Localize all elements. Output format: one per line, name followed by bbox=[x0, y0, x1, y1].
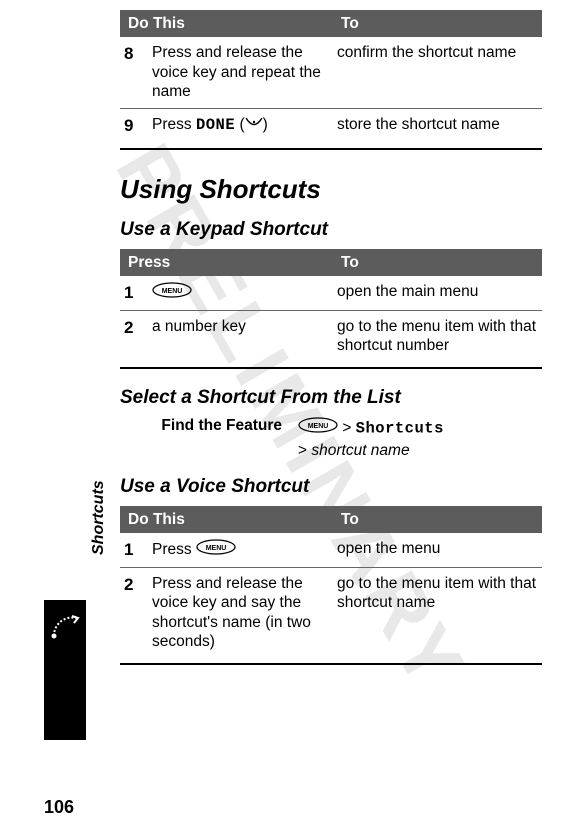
step-number: 1 bbox=[120, 533, 148, 567]
path-shortcut-name: shortcut name bbox=[311, 442, 409, 459]
sidebar-section-label: Shortcuts bbox=[90, 480, 108, 555]
menu-key-icon: MENU bbox=[196, 539, 236, 560]
svg-text:MENU: MENU bbox=[206, 545, 227, 552]
menu-key-icon: MENU bbox=[298, 417, 338, 440]
step-result: go to the menu item with that shortcut n… bbox=[333, 567, 542, 657]
table-row: 2 Press and release the voice key and sa… bbox=[120, 567, 542, 657]
subheading-select-from-list: Select a Shortcut From the List bbox=[120, 387, 542, 409]
svg-text:MENU: MENU bbox=[162, 288, 183, 295]
table-row: 1 Press MENU open the menu bbox=[120, 533, 542, 567]
step-result: open the menu bbox=[333, 533, 542, 567]
done-label: DONE bbox=[196, 116, 235, 134]
section-tab bbox=[44, 600, 86, 740]
table-row: 2 a number key go to the menu item with … bbox=[120, 310, 542, 361]
step-number: 2 bbox=[120, 310, 148, 361]
table3-head-right: To bbox=[333, 506, 542, 533]
table-rule bbox=[120, 148, 542, 150]
text: Press bbox=[152, 541, 196, 558]
step-number: 2 bbox=[120, 567, 148, 657]
subheading-keypad-shortcut: Use a Keypad Shortcut bbox=[120, 219, 542, 241]
step-result: open the main menu bbox=[333, 276, 542, 310]
path-shortcuts: Shortcuts bbox=[356, 420, 444, 438]
shortcut-arc-icon bbox=[48, 608, 82, 647]
table3-head-left: Do This bbox=[120, 506, 333, 533]
page-content: Do This To 8 Press and release the voice… bbox=[0, 0, 582, 703]
find-feature-path: MENU > Shortcuts > shortcut name bbox=[298, 417, 444, 462]
table-press-1: Press To 1 MENU open the main menu 2 a n… bbox=[120, 249, 542, 362]
table-rule bbox=[120, 367, 542, 369]
step-action: Press DONE () bbox=[148, 108, 333, 142]
subheading-voice-shortcut: Use a Voice Shortcut bbox=[120, 476, 542, 498]
path-sep: > bbox=[342, 420, 355, 437]
step-number: 1 bbox=[120, 276, 148, 310]
section-heading-using-shortcuts: Using Shortcuts bbox=[120, 174, 542, 205]
step-number: 8 bbox=[120, 37, 148, 108]
path-sep: > bbox=[298, 442, 311, 459]
table-rule bbox=[120, 663, 542, 665]
table-do-this-1: Do This To 8 Press and release the voice… bbox=[120, 10, 542, 142]
text: Press bbox=[152, 116, 196, 133]
table-row: 8 Press and release the voice key and re… bbox=[120, 37, 542, 108]
step-action: Press and release the voice key and repe… bbox=[148, 37, 333, 108]
step-action: Press and release the voice key and say … bbox=[148, 567, 333, 657]
table-row: 1 MENU open the main menu bbox=[120, 276, 542, 310]
step-action: MENU bbox=[148, 276, 333, 310]
menu-key-icon: MENU bbox=[152, 282, 192, 303]
find-the-feature: Find the Feature MENU > Shortcuts > shor… bbox=[120, 417, 542, 462]
step-action: a number key bbox=[148, 310, 333, 361]
table-row: 9 Press DONE () store the shortcut name bbox=[120, 108, 542, 142]
text: ( bbox=[235, 116, 244, 133]
step-number: 9 bbox=[120, 108, 148, 142]
step-result: store the shortcut name bbox=[333, 108, 542, 142]
table-do-this-2: Do This To 1 Press MENU open the menu 2 … bbox=[120, 506, 542, 657]
step-result: go to the menu item with that shortcut n… bbox=[333, 310, 542, 361]
text: ) bbox=[263, 116, 268, 133]
find-feature-label: Find the Feature bbox=[120, 417, 298, 462]
step-result: confirm the shortcut name bbox=[333, 37, 542, 108]
page-number: 106 bbox=[44, 797, 74, 818]
table2-head-left: Press bbox=[120, 249, 333, 276]
step-action: Press MENU bbox=[148, 533, 333, 567]
soft-key-icon bbox=[245, 115, 263, 134]
table1-head-left: Do This bbox=[120, 10, 333, 37]
table1-head-right: To bbox=[333, 10, 542, 37]
table2-head-right: To bbox=[333, 249, 542, 276]
svg-text:MENU: MENU bbox=[308, 423, 329, 430]
